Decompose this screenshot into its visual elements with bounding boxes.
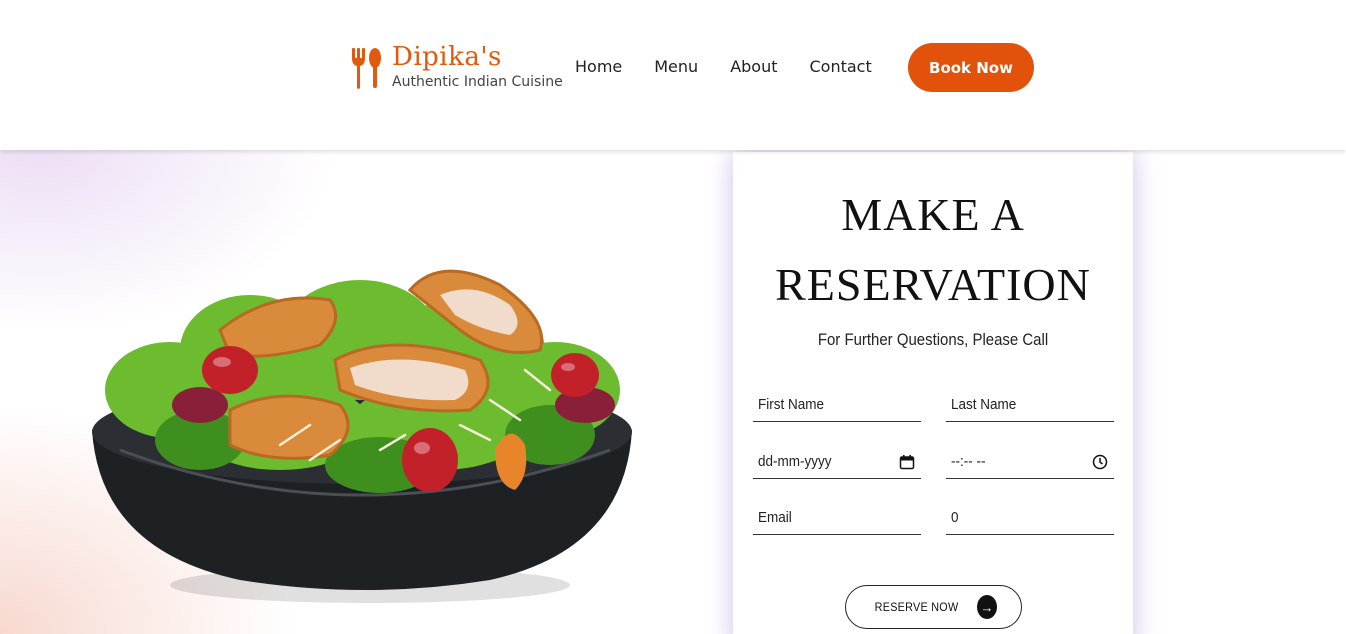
arrow-right-icon: → (977, 595, 998, 619)
email-placeholder: Email (758, 509, 792, 526)
nav-about[interactable]: About (730, 57, 777, 77)
logo-tagline: Authentic Indian Cuisine (392, 74, 563, 90)
reservation-card: MAKE A RESERVATION For Further Questions… (733, 152, 1133, 634)
nav-menu[interactable]: Menu (654, 57, 698, 77)
email-field[interactable]: Email (753, 501, 921, 535)
first-name-field[interactable]: First Name (753, 388, 921, 422)
guests-value: 0 (951, 509, 959, 526)
reservation-title: MAKE A RESERVATION (733, 180, 1133, 320)
calendar-icon[interactable] (899, 454, 915, 470)
date-field[interactable]: dd-mm-yyyy (753, 445, 921, 479)
title-line-2: RESERVATION (775, 259, 1091, 310)
salad-bowl-image (92, 269, 632, 603)
last-name-field[interactable]: Last Name (946, 388, 1114, 422)
logo-name: Dipika's (392, 42, 502, 72)
reserve-now-button[interactable]: RESERVE NOW → (845, 585, 1022, 629)
time-placeholder: --:-- -- (951, 453, 986, 470)
nav-contact[interactable]: Contact (810, 57, 872, 77)
time-field[interactable]: --:-- -- (946, 445, 1114, 479)
book-now-button[interactable]: Book Now (908, 43, 1034, 92)
reservation-subtitle: For Further Questions, Please Call (817, 330, 1049, 349)
logo-text: Dipika's Authentic Indian Cuisine (392, 42, 563, 91)
logo[interactable]: Dipika's Authentic Indian Cuisine (350, 42, 563, 92)
reserve-now-label: RESERVE NOW (874, 600, 959, 614)
main-nav: Home Menu About Contact (575, 57, 904, 77)
nav-home[interactable]: Home (575, 57, 622, 77)
guests-field[interactable]: 0 (946, 501, 1114, 535)
title-line-1: MAKE A (841, 189, 1025, 240)
site-header: Dipika's Authentic Indian Cuisine Home M… (0, 0, 1346, 150)
fork-spoon-icon (352, 48, 381, 89)
date-placeholder: dd-mm-yyyy (758, 453, 832, 470)
first-name-placeholder: First Name (758, 396, 825, 413)
last-name-placeholder: Last Name (951, 396, 1017, 413)
clock-icon[interactable] (1092, 454, 1108, 470)
